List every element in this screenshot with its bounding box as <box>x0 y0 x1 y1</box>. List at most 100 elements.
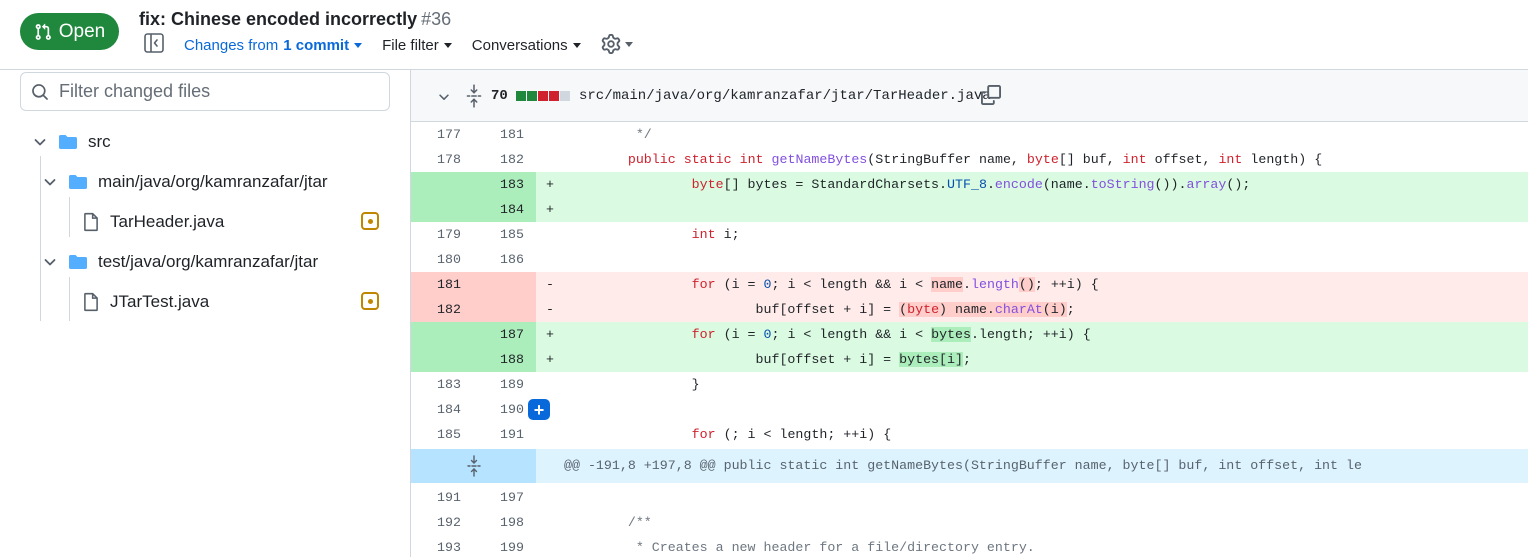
new-line-number[interactable]: 187 <box>474 322 524 347</box>
diff-line: 184 + <box>411 197 1528 222</box>
pr-header: Open fix: Chinese encoded incorrectly #36… <box>0 0 1528 70</box>
diffstat-block <box>516 91 526 101</box>
diff-marker: + <box>546 352 554 367</box>
new-line-number[interactable]: 198 <box>474 510 524 535</box>
tree-guide <box>69 277 70 321</box>
chevron-down-icon <box>572 42 581 48</box>
chevron-down-icon[interactable] <box>437 90 451 104</box>
sidebar-toggle-button[interactable] <box>143 32 165 54</box>
file-icon <box>84 212 98 232</box>
new-line-number[interactable] <box>474 272 524 297</box>
diff-line: 181 - for (i = 0; i < length && i < name.… <box>411 272 1528 297</box>
pr-status-label: Open <box>58 20 106 42</box>
new-line-number[interactable]: 197 <box>474 485 524 510</box>
changes-from-dropdown[interactable]: Changes from 1 commit <box>184 36 363 54</box>
diff-toolbar: Changes from 1 commit File filter Conver… <box>184 34 633 54</box>
old-line-number[interactable]: 192 <box>411 510 461 535</box>
new-line-number[interactable]: 183 <box>474 172 524 197</box>
diffstat-block <box>549 91 559 101</box>
chevron-down-icon <box>44 259 56 266</box>
diff-line: 180 186 <box>411 247 1528 272</box>
new-line-number[interactable]: 199 <box>474 535 524 557</box>
filter-input[interactable] <box>59 81 359 102</box>
folder-icon <box>69 175 87 189</box>
old-line-number[interactable]: 191 <box>411 485 461 510</box>
new-line-number[interactable]: 186 <box>474 247 524 272</box>
file-header: 70 src/main/java/org/kamranzafar/jtar/Ta… <box>411 70 1528 122</box>
conversations-dropdown[interactable]: Conversations <box>472 37 581 54</box>
tree-file-tarheader[interactable]: TarHeader.java <box>82 208 224 236</box>
old-line-number[interactable]: 178 <box>411 147 461 172</box>
new-line-number[interactable]: 185 <box>474 222 524 247</box>
code-text: } <box>564 377 700 392</box>
hunk-header-text: @@ -191,8 +197,8 @@ public static int ge… <box>564 458 1362 473</box>
tree-label: TarHeader.java <box>110 212 225 231</box>
file-filter-dropdown[interactable]: File filter <box>382 37 452 54</box>
tree-guide <box>69 197 70 237</box>
old-line-number[interactable] <box>411 172 461 197</box>
diff-settings-button[interactable] <box>601 34 633 54</box>
old-line-number[interactable]: 182 <box>411 297 461 322</box>
file-filter-label: File filter <box>382 36 439 54</box>
code-text: /** <box>564 515 652 530</box>
new-line-number[interactable]: 191 <box>474 422 524 447</box>
conversations-label: Conversations <box>471 36 568 54</box>
new-line-number[interactable]: 190 <box>474 397 524 422</box>
diff-line: 191 197 <box>411 485 1528 510</box>
tree-folder-src[interactable]: src <box>32 128 111 156</box>
tree-folder-test[interactable]: test/java/org/kamranzafar/jtar <box>42 248 318 276</box>
old-line-number[interactable]: 180 <box>411 247 461 272</box>
chevron-down-icon <box>624 41 633 47</box>
diffstat-block <box>527 91 537 101</box>
diffstat-block <box>560 91 570 101</box>
folder-icon <box>59 135 77 149</box>
old-line-number[interactable]: 185 <box>411 422 461 447</box>
code-text: int i; <box>691 227 740 242</box>
unfold-icon[interactable] <box>465 84 483 108</box>
pr-status-badge: Open <box>20 13 119 50</box>
search-icon <box>32 83 48 100</box>
code-text: * Creates a new header for a file/direct… <box>564 540 1035 555</box>
file-tree-sidebar: src main/java/org/kamranzafar/jtar TarHe… <box>0 70 410 557</box>
code-text: byte[] bytes = StandardCharsets.UTF_8.en… <box>691 177 1251 192</box>
expand-hunk-button[interactable] <box>411 449 536 483</box>
diff-view: 70 src/main/java/org/kamranzafar/jtar/Ta… <box>410 70 1528 557</box>
old-line-number[interactable]: 183 <box>411 372 461 397</box>
pr-number: #36 <box>421 9 452 29</box>
tree-folder-main[interactable]: main/java/org/kamranzafar/jtar <box>42 168 328 196</box>
diff-line: 192 198 /** <box>411 510 1528 535</box>
pr-title: fix: Chinese encoded incorrectly #36 <box>139 9 451 30</box>
new-line-number[interactable]: 181 <box>474 122 524 147</box>
tree-file-jtartest[interactable]: JTarTest.java <box>82 288 209 316</box>
old-line-number[interactable]: 193 <box>411 535 461 557</box>
copy-icon[interactable] <box>981 85 1001 105</box>
diff-line: 177 181 */ <box>411 122 1528 147</box>
old-line-number[interactable] <box>411 347 461 372</box>
new-line-number[interactable] <box>474 297 524 322</box>
diff-line: 183 189 } <box>411 372 1528 397</box>
tree-label: JTarTest.java <box>110 292 210 311</box>
chevron-down-icon <box>354 42 363 48</box>
old-line-number[interactable] <box>411 197 461 222</box>
diff-marker: + <box>546 177 554 192</box>
add-comment-button[interactable]: + <box>528 399 550 420</box>
new-line-number[interactable]: 184 <box>474 197 524 222</box>
new-line-number[interactable]: 189 <box>474 372 524 397</box>
filter-changed-files[interactable] <box>20 72 390 111</box>
new-line-number[interactable]: 188 <box>474 347 524 372</box>
old-line-number[interactable] <box>411 322 461 347</box>
hunk-header: @@ -191,8 +197,8 @@ public static int ge… <box>411 449 1528 483</box>
old-line-number[interactable]: 184 <box>411 397 461 422</box>
file-modified-icon <box>361 212 379 230</box>
diff-line: 187 + for (i = 0; i < length && i < bytes… <box>411 322 1528 347</box>
code-text: buf[offset + i] = (byte) name.charAt(i); <box>564 302 1075 317</box>
old-line-number[interactable]: 177 <box>411 122 461 147</box>
diff-line: 193 199 * Creates a new header for a file… <box>411 535 1528 557</box>
folder-icon <box>69 255 87 269</box>
changes-prefix: Changes from <box>184 36 279 54</box>
old-line-number[interactable]: 181 <box>411 272 461 297</box>
diff-marker: - <box>546 302 554 317</box>
old-line-number[interactable]: 179 <box>411 222 461 247</box>
diffstat-bar <box>516 91 570 101</box>
new-line-number[interactable]: 182 <box>474 147 524 172</box>
